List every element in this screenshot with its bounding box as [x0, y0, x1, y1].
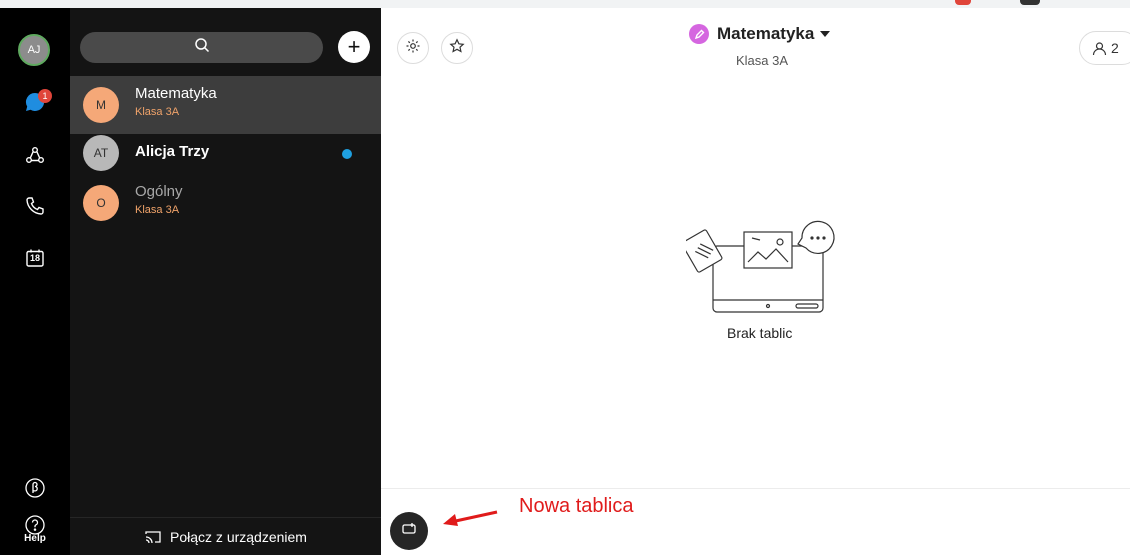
whiteboard-illustration	[681, 216, 846, 321]
plus-icon: +	[347, 34, 361, 59]
space-subtitle: Klasa 3A	[135, 106, 180, 118]
space-name: Alicja Trzy	[135, 143, 210, 160]
browser-indicator-dark	[1020, 0, 1040, 5]
search-icon	[194, 37, 210, 58]
divider	[381, 488, 1130, 489]
chevron-down-icon	[820, 31, 831, 37]
left-rail: AJ 1 18 Help	[0, 8, 70, 555]
space-title-dropdown[interactable]: Matematyka	[689, 24, 831, 44]
connect-device-button[interactable]: Połącz z urządzeniem	[70, 517, 381, 556]
help-label[interactable]: Help	[0, 533, 70, 544]
new-whiteboard-button[interactable]	[390, 512, 428, 550]
unread-badge: 1	[38, 89, 52, 103]
calendar-day: 18	[29, 253, 40, 263]
space-name: Matematyka	[135, 85, 217, 102]
members-button[interactable]: 2	[1079, 31, 1130, 65]
cast-icon	[144, 529, 162, 545]
gear-icon	[405, 38, 421, 59]
star-icon	[449, 37, 465, 59]
teams-icon[interactable]	[23, 144, 47, 168]
page-subtitle: Klasa 3A	[736, 53, 789, 68]
new-board-icon	[401, 522, 417, 541]
annotation-arrow-icon	[443, 510, 498, 526]
spaces-list-panel: + M Matematyka Klasa 3A AT Alicja Trzy O…	[70, 8, 381, 555]
space-avatar: O	[83, 185, 119, 221]
add-space-button[interactable]: +	[338, 31, 370, 63]
calls-icon[interactable]	[23, 194, 47, 218]
calendar-icon[interactable]: 18	[23, 246, 47, 270]
member-count: 2	[1111, 40, 1119, 56]
connect-device-label: Połącz z urządzeniem	[170, 529, 307, 545]
space-avatar: AT	[83, 135, 119, 171]
user-avatar[interactable]: AJ	[18, 34, 50, 66]
browser-top-strip	[0, 0, 1130, 8]
beta-icon[interactable]	[23, 476, 47, 500]
space-subtitle: Klasa 3A	[135, 204, 180, 216]
browser-indicator-red	[955, 0, 971, 5]
pencil-icon	[689, 24, 709, 44]
empty-state-label: Brak tablic	[727, 325, 793, 341]
settings-button[interactable]	[397, 32, 429, 64]
search-bar[interactable]	[80, 32, 323, 63]
space-item-ogolny[interactable]: O Ogólny Klasa 3A	[70, 174, 381, 232]
person-icon	[1092, 41, 1107, 56]
space-avatar: M	[83, 87, 119, 123]
annotation-label: Nowa tablica	[519, 495, 634, 517]
favorite-button[interactable]	[441, 32, 473, 64]
page-title: Matematyka	[717, 24, 815, 43]
main-panel: Matematyka Klasa 3A 2 Brak tablic Nowa t…	[381, 8, 1130, 555]
unread-indicator	[342, 149, 352, 159]
space-name: Ogólny	[135, 183, 183, 200]
